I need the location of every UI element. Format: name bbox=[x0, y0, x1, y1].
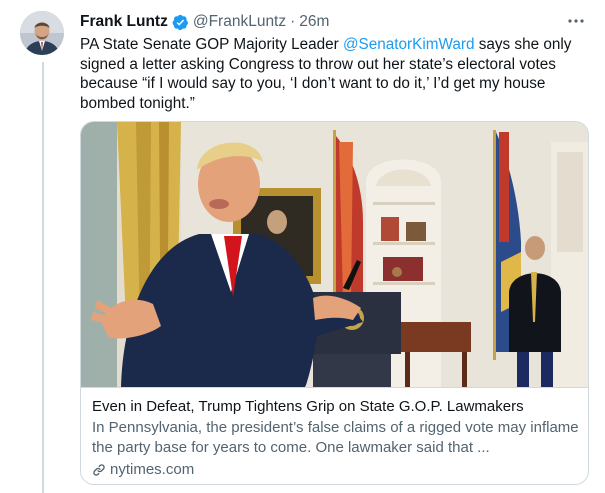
card-body[interactable]: Even in Defeat, Trump Tightens Grip on S… bbox=[81, 388, 588, 484]
tweet-text-part: PA State Senate GOP Majority Leader bbox=[80, 36, 344, 53]
card-domain[interactable]: nytimes.com bbox=[92, 461, 194, 478]
tweet[interactable]: Frank Luntz @FrankLuntz · 26m PA State S… bbox=[0, 0, 605, 493]
link-card[interactable]: Even in Defeat, Trump Tightens Grip on S… bbox=[80, 121, 589, 485]
author-handle[interactable]: @FrankLuntz bbox=[193, 13, 286, 31]
more-options-icon[interactable] bbox=[566, 14, 586, 28]
separator-dot: · bbox=[290, 13, 296, 30]
tweet-header: Frank Luntz @FrankLuntz · 26m bbox=[80, 11, 329, 33]
tweet-text: PA State Senate GOP Majority Leader @Sen… bbox=[80, 35, 585, 113]
card-image[interactable] bbox=[81, 122, 588, 388]
mention-link[interactable]: @SenatorKimWard bbox=[343, 36, 474, 53]
card-title[interactable]: Even in Defeat, Trump Tightens Grip on S… bbox=[92, 398, 524, 415]
verified-badge-icon bbox=[172, 14, 189, 31]
card-description: In Pennsylvania, the president’s false c… bbox=[92, 419, 579, 456]
link-icon bbox=[92, 463, 106, 477]
avatar[interactable] bbox=[20, 11, 64, 55]
card-domain-text: nytimes.com bbox=[110, 461, 195, 478]
thread-line bbox=[42, 62, 44, 493]
tweet-timestamp[interactable]: 26m bbox=[299, 13, 329, 31]
author-name[interactable]: Frank Luntz bbox=[80, 13, 168, 31]
